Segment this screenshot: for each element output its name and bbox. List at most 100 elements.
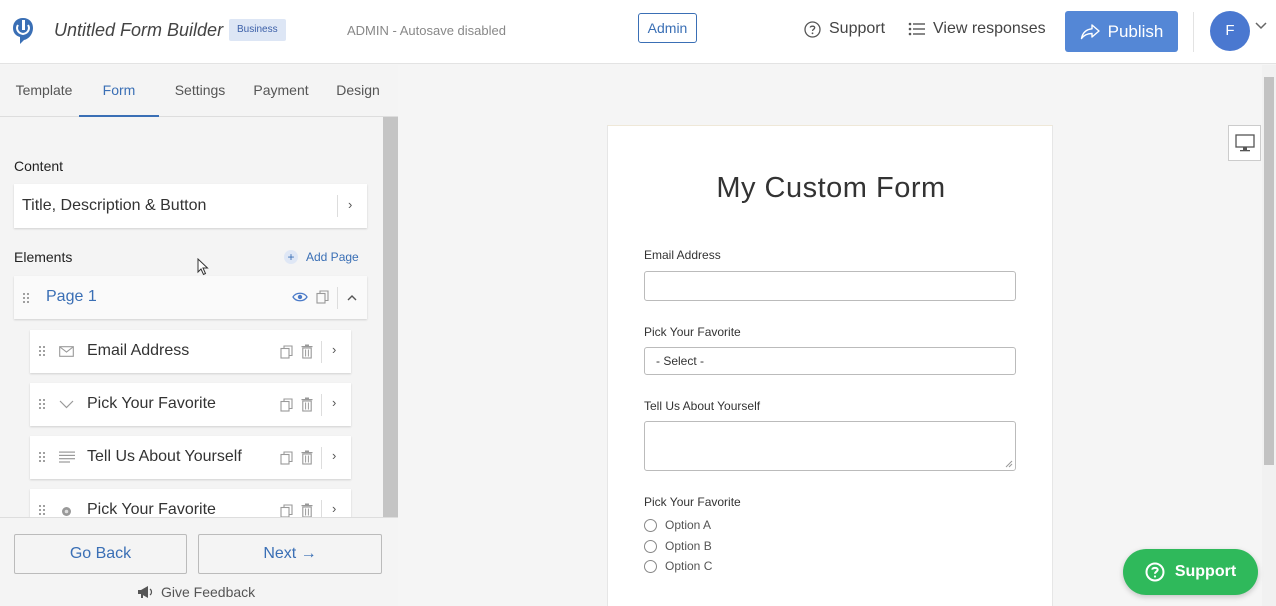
element-label: Email Address xyxy=(87,342,190,359)
element-label: Pick Your Favorite xyxy=(87,395,216,412)
element-row[interactable]: Pick Your Favorite › xyxy=(30,489,351,517)
radio-option[interactable]: Option A xyxy=(644,518,711,532)
tab-design[interactable]: Design xyxy=(327,65,389,117)
radio-icon xyxy=(62,507,71,516)
content-item-label: Title, Description & Button xyxy=(22,197,207,214)
autosave-status: ADMIN - Autosave disabled xyxy=(347,23,506,38)
scrollbar-thumb[interactable] xyxy=(1264,77,1274,465)
add-page-label: Add Page xyxy=(306,250,359,264)
publish-label: Publish xyxy=(1107,21,1164,41)
chevron-right-icon[interactable]: › xyxy=(332,501,336,516)
divider xyxy=(321,447,322,469)
email-label: Email Address xyxy=(644,248,721,262)
builder-tabs: Template Form Settings Payment Design xyxy=(0,65,398,117)
chevron-right-icon[interactable]: › xyxy=(332,395,336,410)
radio-option[interactable]: Option B xyxy=(644,539,712,553)
divider xyxy=(321,500,322,517)
about-textarea[interactable] xyxy=(644,421,1016,471)
radio-button[interactable] xyxy=(644,539,657,553)
view-responses-link[interactable]: View responses xyxy=(908,20,1046,38)
chevron-right-icon[interactable]: › xyxy=(332,342,336,357)
radio-button[interactable] xyxy=(644,518,657,532)
textarea-label: Tell Us About Yourself xyxy=(644,399,761,413)
element-row[interactable]: Tell Us About Yourself › xyxy=(30,436,351,479)
chevron-up-icon[interactable] xyxy=(347,294,357,301)
select-label: Pick Your Favorite xyxy=(644,325,741,339)
divider xyxy=(337,195,338,217)
next-button[interactable]: Next → xyxy=(198,534,382,574)
go-back-button[interactable]: Go Back xyxy=(14,534,187,574)
give-feedback-link[interactable]: Give Feedback xyxy=(137,584,255,600)
trash-icon[interactable] xyxy=(301,503,313,517)
floating-support-label: Support xyxy=(1174,563,1237,580)
drag-handle-icon[interactable] xyxy=(38,504,46,516)
top-header: Untitled Form Builder Business ADMIN - A… xyxy=(0,0,1276,64)
element-label: Tell Us About Yourself xyxy=(87,448,242,465)
drag-handle-icon[interactable] xyxy=(38,398,46,410)
tab-payment[interactable]: Payment xyxy=(245,65,317,117)
help-circle-icon xyxy=(804,20,821,38)
eye-icon[interactable] xyxy=(292,291,308,303)
copy-icon[interactable] xyxy=(280,504,293,517)
mouse-cursor-icon xyxy=(197,258,209,276)
chevron-down-icon xyxy=(59,400,74,409)
chevron-right-icon: › xyxy=(348,197,353,212)
envelope-icon xyxy=(59,346,74,357)
tab-settings[interactable]: Settings xyxy=(165,65,235,117)
radio-option-label: Option C xyxy=(665,559,713,573)
element-row[interactable]: Email Address › xyxy=(30,330,351,373)
list-icon xyxy=(908,22,925,36)
preview-scrollbar[interactable] xyxy=(1262,65,1276,606)
trash-icon[interactable] xyxy=(301,450,313,465)
logo-icon[interactable] xyxy=(12,17,34,45)
give-feedback-label: Give Feedback xyxy=(161,584,256,600)
radio-option-label: Option B xyxy=(665,539,712,553)
copy-icon[interactable] xyxy=(280,345,293,359)
chevron-right-icon[interactable]: › xyxy=(332,448,336,463)
form-title-header[interactable]: Untitled Form Builder xyxy=(54,20,223,41)
content-item[interactable]: Title, Description & Button › xyxy=(14,184,367,228)
element-row[interactable]: Pick Your Favorite › xyxy=(30,383,351,426)
elements-scroll-area: Content Title, Description & Button › El… xyxy=(0,117,382,517)
radio-option[interactable]: Option C xyxy=(644,559,712,573)
admin-button[interactable]: Admin xyxy=(638,13,697,43)
drag-handle-icon[interactable] xyxy=(38,345,46,357)
trash-icon[interactable] xyxy=(301,397,313,412)
avatar[interactable]: F xyxy=(1210,11,1250,51)
desktop-preview-button[interactable] xyxy=(1228,125,1261,161)
plus-icon: + xyxy=(284,250,298,264)
form-title[interactable]: My Custom Form xyxy=(608,172,1054,205)
divider xyxy=(337,287,338,309)
resize-handle-icon[interactable] xyxy=(1005,460,1013,468)
drag-handle-icon[interactable] xyxy=(22,292,30,304)
support-link[interactable]: Support xyxy=(804,20,885,38)
favorite-select[interactable]: - Select - xyxy=(644,347,1016,375)
add-page-button[interactable]: + Add Page xyxy=(284,250,359,264)
tab-template[interactable]: Template xyxy=(0,65,88,117)
email-field[interactable] xyxy=(644,271,1016,301)
form-preview-area: My Custom Form Email Address Pick Your F… xyxy=(399,65,1262,606)
share-icon xyxy=(1080,23,1100,39)
monitor-icon xyxy=(1234,134,1255,152)
elements-heading: Elements xyxy=(14,249,73,265)
radio-group-label: Pick Your Favorite xyxy=(644,495,741,509)
trash-icon[interactable] xyxy=(301,344,313,359)
page-row[interactable]: Page 1 xyxy=(14,276,367,319)
floating-support-button[interactable]: Support xyxy=(1123,549,1258,595)
copy-icon[interactable] xyxy=(316,290,329,304)
drag-handle-icon[interactable] xyxy=(38,451,46,463)
publish-button[interactable]: Publish xyxy=(1065,11,1178,52)
copy-icon[interactable] xyxy=(280,398,293,412)
paragraph-icon xyxy=(59,451,75,463)
builder-sidebar: Template Form Settings Payment Design Co… xyxy=(0,65,398,606)
divider xyxy=(321,341,322,363)
select-value: - Select - xyxy=(656,354,705,368)
megaphone-icon xyxy=(138,586,153,598)
tab-form[interactable]: Form xyxy=(79,65,159,117)
sidebar-scrollbar[interactable] xyxy=(383,117,398,517)
divider xyxy=(321,394,322,416)
support-label: Support xyxy=(829,20,886,37)
radio-button[interactable] xyxy=(644,559,657,573)
copy-icon[interactable] xyxy=(280,451,293,465)
chevron-down-icon[interactable] xyxy=(1255,22,1267,30)
